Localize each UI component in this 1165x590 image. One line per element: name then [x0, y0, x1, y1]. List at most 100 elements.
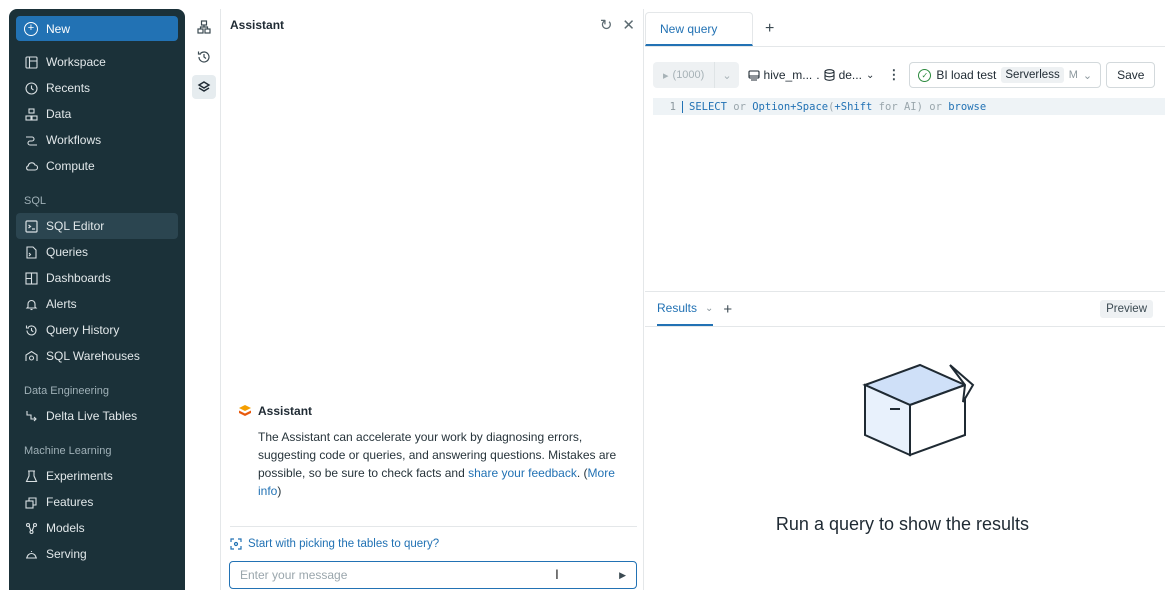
sidebar-section-data-engineering: Data Engineering	[24, 385, 110, 397]
code-or-2: or	[922, 100, 949, 113]
data-icon	[197, 20, 211, 34]
sidebar-item-label: Query History	[46, 323, 120, 337]
suggestion-text: Start with picking the tables to query?	[248, 538, 440, 550]
sidebar-item-recents[interactable]: Recents	[16, 75, 178, 101]
sidebar-item-label: Compute	[46, 159, 95, 173]
sidebar-item-sql-warehouses[interactable]: SQL Warehouses	[16, 343, 178, 369]
history-icon	[197, 51, 210, 63]
catalog-selector[interactable]: hive_m... . de... ⌄	[744, 68, 879, 82]
play-icon: ▸	[663, 69, 669, 82]
assistant-header: Assistant ↻ ✕	[222, 9, 643, 41]
assistant-logo-icon	[239, 405, 251, 416]
run-button[interactable]: ▸ (1000) ⌄	[653, 62, 739, 88]
text-cursor-icon: I	[555, 566, 559, 582]
query-tabs: New query +	[645, 9, 1165, 47]
tab-new-query[interactable]: New query	[645, 12, 753, 46]
sidebar-item-compute[interactable]: Compute	[16, 153, 178, 179]
flask-icon	[24, 469, 38, 483]
sidebar-item-delta-live-tables[interactable]: Delta Live Tables	[16, 403, 178, 429]
sidebar-item-sql-editor[interactable]: SQL Editor	[16, 213, 178, 239]
divider	[230, 526, 637, 527]
empty-box-icon	[862, 363, 975, 457]
sidebar-item-models[interactable]: Models	[16, 515, 178, 541]
refresh-icon[interactable]: ↻	[600, 16, 613, 34]
history-rail-button[interactable]	[192, 45, 216, 69]
sidebar-item-query-history[interactable]: Query History	[16, 317, 178, 343]
code-or-1: or	[726, 100, 753, 113]
code-for-ai: for AI)	[872, 100, 923, 113]
plus-circle-icon: +	[24, 21, 38, 36]
code-option: Option+Space	[752, 100, 829, 113]
warehouse-name: BI load test	[936, 68, 997, 82]
chevron-down-icon: ⌄	[865, 69, 875, 81]
sidebar-item-label: Workspace	[46, 55, 106, 69]
sidebar-item-label: Models	[46, 521, 85, 535]
sidebar-item-workflows[interactable]: Workflows	[16, 127, 178, 153]
send-icon[interactable]: ▶	[619, 570, 626, 581]
chevron-down-icon: ⌄	[1082, 69, 1093, 82]
sidebar-item-label: Alerts	[46, 297, 77, 311]
sidebar-item-features[interactable]: Features	[16, 489, 178, 515]
more-options-icon[interactable]: ⋮	[883, 67, 904, 83]
sidebar-item-label: Workflows	[46, 133, 102, 147]
sidebar: + New Workspace Recents Data Workflows Compu…	[9, 9, 185, 590]
catalog-icon	[747, 70, 760, 81]
workspace-icon	[24, 55, 38, 69]
line-number: 1	[653, 100, 683, 113]
add-tab-icon[interactable]: +	[765, 12, 774, 46]
results-bar: Results ⌄ + Preview	[645, 291, 1165, 327]
workflows-icon	[24, 133, 38, 147]
sidebar-item-label: Experiments	[46, 469, 113, 483]
data-icon	[24, 107, 38, 121]
sidebar-item-dashboards[interactable]: Dashboards	[16, 265, 178, 291]
assistant-intro-title: Assistant	[258, 404, 313, 418]
editor-toolbar: ▸ (1000) ⌄ hive_m... . de... ⌄ ⋮ ✓ BI loa…	[653, 61, 1165, 89]
assistant-input-box: I ▶	[229, 561, 637, 589]
dashboards-icon	[24, 271, 38, 285]
results-label: Results	[657, 301, 698, 315]
sidebar-item-label: SQL Warehouses	[46, 349, 140, 363]
sidebar-item-label: Queries	[46, 245, 89, 259]
tab-results[interactable]: Results ⌄	[657, 292, 714, 326]
sidebar-item-data[interactable]: Data	[16, 101, 178, 127]
sidebar-item-workspace[interactable]: Workspace	[16, 49, 178, 75]
assistant-rail-button[interactable]	[192, 75, 216, 99]
sidebar-item-alerts[interactable]: Alerts	[16, 291, 178, 317]
sql-editor-icon	[24, 219, 38, 233]
chevron-down-icon[interactable]: ⌄	[705, 303, 713, 314]
share-feedback-link[interactable]: share your feedback	[468, 466, 577, 480]
empty-results-message: Run a query to show the results	[775, 514, 1030, 534]
bell-icon	[24, 297, 38, 311]
assistant-message-input[interactable]	[240, 568, 620, 582]
pipeline-icon	[24, 409, 38, 423]
warehouse-size: M	[1068, 69, 1078, 81]
warehouse-selector[interactable]: ✓ BI load test Serverless M ⌄	[909, 62, 1102, 88]
close-icon[interactable]: ✕	[622, 16, 635, 34]
code-hint: SELECT or Option+Space(+Shift for AI) or…	[683, 101, 986, 113]
schema-name: de...	[838, 68, 862, 82]
check-circle-icon: ✓	[918, 68, 932, 82]
suggestion-link[interactable]: Start with picking the tables to query?	[230, 538, 439, 550]
sidebar-item-serving[interactable]: Serving	[16, 541, 178, 567]
new-button-label: New	[46, 21, 71, 36]
separator-dot: .	[816, 68, 820, 82]
sidebar-item-label: Serving	[46, 547, 87, 561]
sidebar-item-experiments[interactable]: Experiments	[16, 463, 178, 489]
preview-badge[interactable]: Preview	[1100, 300, 1153, 318]
sidebar-item-queries[interactable]: Queries	[16, 239, 178, 265]
assistant-icon	[197, 81, 211, 92]
catalog-rail-button[interactable]	[192, 15, 216, 39]
serving-icon	[24, 547, 38, 561]
new-button[interactable]: + New	[16, 16, 178, 41]
sql-editor: New query + ▸ (1000) ⌄ hive_m... . de... …	[645, 9, 1165, 590]
clock-icon	[24, 81, 38, 95]
code-editor-line[interactable]: 1 SELECT or Option+Space(+Shift for AI) …	[653, 98, 1165, 115]
catalog-name: hive_m...	[763, 68, 813, 82]
queries-icon	[24, 245, 38, 259]
save-button[interactable]: Save	[1106, 62, 1156, 88]
assistant-panel: Assistant ↻ ✕ Assistant The Assistant ca…	[222, 9, 644, 590]
sidebar-item-label: Delta Live Tables	[46, 409, 138, 423]
add-result-icon[interactable]: +	[723, 301, 732, 318]
cloud-icon	[24, 159, 38, 173]
chevron-down-icon[interactable]: ⌄	[715, 69, 738, 82]
